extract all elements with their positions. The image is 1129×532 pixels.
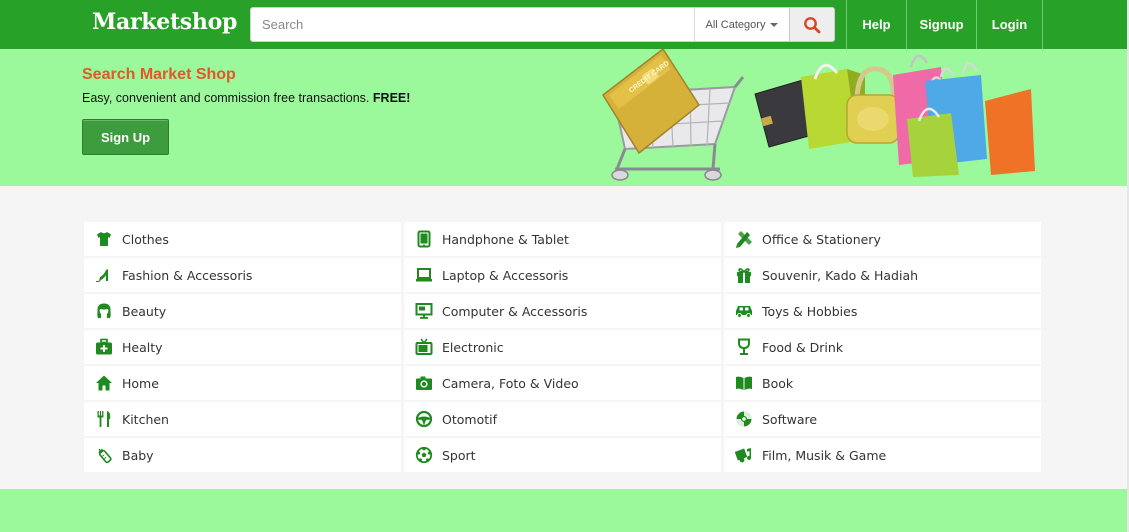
shopping-illustration: CREDIT CARD xyxy=(602,49,1035,181)
category-film-musik-game[interactable]: Film, Musik & Game xyxy=(724,438,1041,472)
shirt-icon xyxy=(94,229,114,249)
category-label: Beauty xyxy=(122,303,167,319)
disc-icon xyxy=(734,409,754,429)
category-toys-hobbies[interactable]: Toys & Hobbies xyxy=(724,294,1041,328)
toy-car-icon xyxy=(734,301,754,321)
category-software[interactable]: Software xyxy=(724,402,1041,436)
category-label: Handphone & Tablet xyxy=(442,231,569,247)
category-label: Kitchen xyxy=(122,411,169,427)
book-icon xyxy=(734,373,754,393)
search-bar: All Category xyxy=(250,7,835,42)
category-label: Software xyxy=(762,411,818,427)
category-beauty[interactable]: Beauty xyxy=(84,294,401,328)
category-handphone-tablet[interactable]: Handphone & Tablet xyxy=(404,222,721,256)
home-icon xyxy=(94,373,114,393)
gift-icon xyxy=(734,265,754,285)
category-computer-accessoris[interactable]: Computer & Accessoris xyxy=(404,294,721,328)
category-label: Camera, Foto & Video xyxy=(442,375,579,391)
camera-icon xyxy=(414,373,434,393)
category-label: Computer & Accessoris xyxy=(442,303,588,319)
category-sport[interactable]: Sport xyxy=(404,438,721,472)
laptop-icon xyxy=(414,265,434,285)
category-label: Sport xyxy=(442,447,476,463)
hero-signup-button[interactable]: Sign Up xyxy=(82,119,169,155)
glass-icon xyxy=(734,337,754,357)
music-film-icon xyxy=(734,445,754,465)
category-otomotif[interactable]: Otomotif xyxy=(404,402,721,436)
monitor-icon xyxy=(414,301,434,321)
category-label: Otomotif xyxy=(442,411,497,427)
category-fashion-accessoris[interactable]: Fashion & Accessoris xyxy=(84,258,401,292)
hero-subtitle-free: FREE! xyxy=(372,91,411,105)
cutlery-icon xyxy=(94,409,114,429)
category-label: Food & Drink xyxy=(762,339,844,355)
medkit-icon xyxy=(94,337,114,357)
hair-icon xyxy=(94,301,114,321)
category-home[interactable]: Home xyxy=(84,366,401,400)
search-button[interactable] xyxy=(789,8,834,41)
category-healty[interactable]: Healty xyxy=(84,330,401,364)
hero-subtitle-text: Easy, convenient and commission free tra… xyxy=(82,91,370,105)
search-input[interactable] xyxy=(251,8,694,41)
colorful-bags-icon xyxy=(893,54,1035,177)
category-label: Book xyxy=(762,375,794,391)
category-label: Fashion & Accessoris xyxy=(122,267,253,283)
category-label: Home xyxy=(122,375,159,391)
category-clothes[interactable]: Clothes xyxy=(84,222,401,256)
category-label: Healty xyxy=(122,339,163,355)
hero-banner: Search Market Shop Easy, convenient and … xyxy=(0,49,1129,186)
search-icon xyxy=(804,16,821,33)
soccer-ball-icon xyxy=(414,445,434,465)
tablet-icon xyxy=(414,229,434,249)
category-laptop-accessoris[interactable]: Laptop & Accessoris xyxy=(404,258,721,292)
category-camera-foto-video[interactable]: Camera, Foto & Video xyxy=(404,366,721,400)
brand-logo[interactable]: Marketshop xyxy=(92,9,237,35)
category-kitchen[interactable]: Kitchen xyxy=(84,402,401,436)
category-dropdown-label: All Category xyxy=(705,18,766,31)
category-souvenir-kado-hadiah[interactable]: Souvenir, Kado & Hadiah xyxy=(724,258,1041,292)
category-label: Electronic xyxy=(442,339,504,355)
nav-help-link[interactable]: Help xyxy=(846,0,906,49)
nav-login-link[interactable]: Login xyxy=(976,0,1043,49)
footer-band xyxy=(0,489,1129,532)
pencil-ruler-icon xyxy=(734,229,754,249)
category-label: Baby xyxy=(122,447,154,463)
high-heel-icon xyxy=(94,265,114,285)
category-label: Toys & Hobbies xyxy=(762,303,858,319)
category-label: Office & Stationery xyxy=(762,231,881,247)
tv-icon xyxy=(414,337,434,357)
category-baby[interactable]: Baby xyxy=(84,438,401,472)
category-label: Laptop & Accessoris xyxy=(442,267,569,283)
chevron-down-icon xyxy=(770,22,779,27)
hero-subtitle: Easy, convenient and commission free tra… xyxy=(82,91,410,105)
category-book[interactable]: Book xyxy=(724,366,1041,400)
category-electronic[interactable]: Electronic xyxy=(404,330,721,364)
category-label: Film, Musik & Game xyxy=(762,447,887,463)
category-grid: Clothes Handphone & Tablet Office & Stat… xyxy=(84,222,1042,472)
category-label: Clothes xyxy=(122,231,169,247)
category-office-stationery[interactable]: Office & Stationery xyxy=(724,222,1041,256)
hero-title: Search Market Shop xyxy=(82,66,236,83)
category-label: Souvenir, Kado & Hadiah xyxy=(762,267,919,283)
top-navbar: Marketshop All Category Help Signup Logi… xyxy=(0,0,1129,49)
steering-wheel-icon xyxy=(414,409,434,429)
category-dropdown[interactable]: All Category xyxy=(694,8,789,41)
category-food-drink[interactable]: Food & Drink xyxy=(724,330,1041,364)
baby-bottle-icon xyxy=(94,445,114,465)
nav-signup-link[interactable]: Signup xyxy=(906,0,976,49)
nav-links: Help Signup Login xyxy=(846,0,1043,49)
